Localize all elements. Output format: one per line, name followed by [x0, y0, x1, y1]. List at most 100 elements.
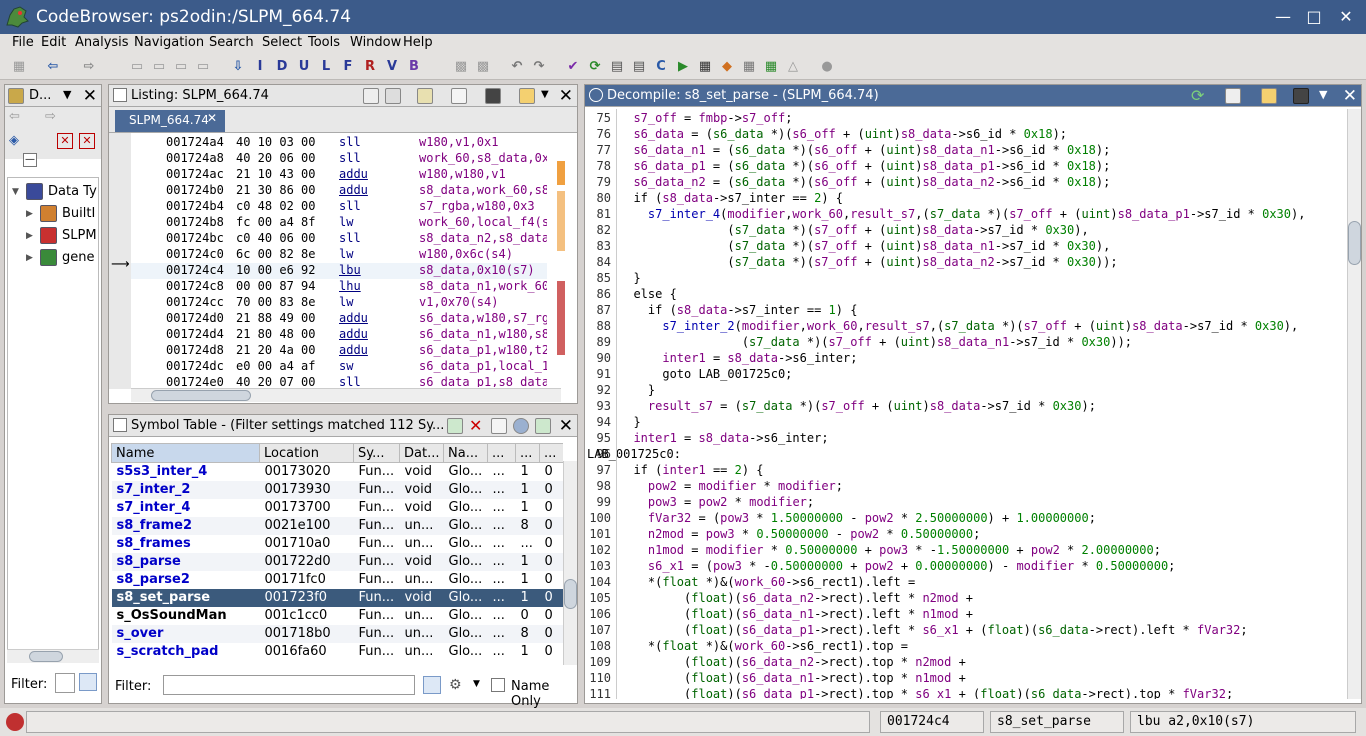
table-row[interactable]: s8_parse2 00171fc0 Fun... un... Glo...... 1 0 [112, 571, 564, 589]
table-row[interactable]: s8_frame2 0021e100 Fun... un... Glo...... 8 0 [111, 516, 563, 535]
copy-icon[interactable] [363, 88, 379, 104]
nav-instruction-icon[interactable]: I [251, 58, 269, 76]
listing-row[interactable]: 001724dc e0 00 a4 af sw s6_data_p1,local_1 [131, 359, 547, 375]
code-line[interactable]: 105 (float)(s6_data_n2->rect).left * n2m… [585, 591, 1345, 607]
paste-icon[interactable] [385, 88, 401, 104]
code-line[interactable]: 80 if (s8_data->s7_inter == 2) { [585, 191, 1345, 207]
code-line[interactable]: 92 } [585, 383, 1345, 399]
code-line[interactable]: 98 pow2 = modifier * modifier; [585, 479, 1345, 495]
configure-icon[interactable] [513, 418, 529, 434]
menu-select[interactable]: Select [262, 35, 302, 50]
filter-pointers-icon[interactable]: ✕ [79, 133, 95, 149]
menu-help[interactable]: Help [403, 35, 433, 50]
column-header[interactable]: Location [259, 443, 354, 463]
close-symbol-table-icon[interactable]: ✕ [559, 416, 573, 436]
snapshot-icon[interactable] [485, 88, 501, 104]
scroll-thumb[interactable] [151, 390, 251, 401]
menu-search[interactable]: Search [209, 35, 254, 50]
code-line[interactable]: 103 s6_x1 = (pow3 * -0.50000000 + pow2 +… [585, 559, 1345, 575]
filter-options-icon[interactable] [423, 676, 441, 694]
close-panel-icon[interactable]: ✕ [83, 86, 97, 106]
close-tab-icon[interactable]: ✕ [207, 111, 217, 125]
code-line[interactable]: 106 (float)(s6_data_n1->rect).left * n1m… [585, 607, 1345, 623]
listing-row[interactable]: 001724d8 21 20 4a 00 addu s6_data_p1,w180,t… [131, 343, 547, 359]
code-line[interactable]: 75 s7_off = fmbp->s7_off; [585, 111, 1345, 127]
code-line[interactable]: 94 } [585, 415, 1345, 431]
tool-icon-1[interactable]: ▩ [452, 58, 470, 76]
scroll-thumb[interactable] [29, 651, 63, 662]
redo-icon[interactable]: ↷ [530, 58, 548, 76]
table-row[interactable]: s_over 001718b0 Fun... un... Glo...... 8 0 [111, 624, 563, 643]
minimize-icon[interactable]: — [1272, 6, 1294, 28]
code-line[interactable]: 108 *(float *)&(work_60->s6_rect1).top = [585, 639, 1345, 655]
code-line[interactable]: 88 s7_inter_2(modifier,work_60,result_s7… [585, 319, 1345, 335]
table-row[interactable]: s8_set_parse 001723f0 Fun... void Glo...... 1… [111, 588, 563, 607]
table-row[interactable]: s7_inter_2 00173930 Fun... void Glo...... 1 0 [111, 480, 563, 499]
column-header[interactable]: Dat... [399, 443, 444, 463]
code-line[interactable]: 76 s6_data = (s6_data *)(s6_off + (uint)… [585, 127, 1345, 143]
tree-node-generic[interactable]: ▶ gene [26, 248, 102, 268]
menu-tools[interactable]: Tools [308, 35, 340, 50]
table-row[interactable]: s8_frames 001710a0 Fun... un... Glo.........… [112, 535, 564, 553]
column-header[interactable]: Sy... [353, 443, 400, 463]
close-icon[interactable]: ✕ [1335, 6, 1357, 28]
table-row[interactable]: s8_parse 001722d0 Fun... void Glo...... 1 0 [111, 552, 563, 571]
code-line[interactable]: 99 pow3 = pow2 * modifier; [585, 495, 1345, 511]
nav-icon-2[interactable]: ▭ [150, 58, 168, 76]
field-edit-icon[interactable] [451, 88, 467, 104]
code-line[interactable]: 91 goto LAB_001725c0; [585, 367, 1345, 383]
cursor-icon[interactable] [417, 88, 433, 104]
code-line[interactable]: 97 if (inter1 == 2) { [585, 463, 1345, 479]
delete-icon[interactable]: ✕ [469, 416, 482, 435]
menu-window[interactable]: Window [350, 35, 401, 50]
table-icon[interactable]: ▦ [740, 58, 758, 76]
menu-dropdown-icon[interactable]: ▼ [63, 88, 71, 101]
down-arrow-icon[interactable]: ⇩ [229, 58, 247, 76]
nav-bookmark-icon[interactable]: B [405, 58, 423, 76]
filter-settings-icon[interactable]: ⚙ [449, 677, 462, 693]
overview-bar[interactable] [555, 161, 569, 357]
code-line[interactable]: 96 LAB_001725c0: [585, 447, 1345, 463]
code-line[interactable]: 84 (s7_data *)(s7_off + (uint)s8_data_n2… [585, 255, 1345, 271]
tree-node-root[interactable]: ▼ Data Ty [12, 182, 102, 202]
listing-row[interactable]: 001724ac 21 10 43 00 addu w180,w180,v1 [131, 167, 547, 183]
code-line[interactable]: 85 } [585, 271, 1345, 287]
decompile-icon[interactable]: C [652, 58, 670, 76]
tree-icon[interactable]: △ [784, 58, 802, 76]
code-line[interactable]: 77 s6_data_n1 = (s6_data *)(s6_off + (ui… [585, 143, 1345, 159]
close-listing-icon[interactable]: ✕ [559, 86, 573, 106]
columns-icon[interactable] [491, 418, 507, 434]
listing-row[interactable]: 001724b4 c0 48 02 00 sll s7_rgba,w180,0x3 [131, 199, 547, 215]
scroll-thumb[interactable] [564, 579, 577, 609]
forward-icon[interactable]: ⇨ [45, 109, 56, 124]
menu-file[interactable]: File [12, 35, 34, 50]
column-header[interactable]: ... [487, 443, 516, 463]
nav-icon-1[interactable]: ▭ [128, 58, 146, 76]
name-only-checkbox[interactable] [491, 678, 505, 692]
filter-options-icon[interactable] [79, 673, 97, 691]
nav-label-icon[interactable]: L [317, 58, 335, 76]
symbol-filter-input[interactable] [163, 675, 415, 695]
terminal-icon[interactable]: ▦ [696, 58, 714, 76]
refresh-icon[interactable]: ⟳ [1191, 86, 1204, 105]
tab-slpm[interactable]: SLPM_664.74 ✕ [115, 110, 225, 132]
code-line[interactable]: 90 inter1 = s8_data->s6_inter; [585, 351, 1345, 367]
memory-icon[interactable]: ▤ [608, 58, 626, 76]
listing-row[interactable]: 001724c8 00 00 87 94 lhu s8_data_n1,work_60 [131, 279, 547, 295]
create-icon[interactable] [447, 418, 463, 434]
listing-row[interactable]: 001724c0 6c 00 82 8e lw w180,0x6c(s4) [131, 247, 547, 263]
code-line[interactable]: 82 (s7_data *)(s7_off + (uint)s8_data->s… [585, 223, 1345, 239]
snapshot-icon[interactable] [1293, 88, 1309, 104]
tool-icon-2[interactable]: ▩ [474, 58, 492, 76]
display-options-icon[interactable] [519, 88, 535, 104]
nav-data-icon[interactable]: D [273, 58, 291, 76]
nav-reference-icon[interactable]: R [361, 58, 379, 76]
listing-row[interactable]: 001724b8 fc 00 a4 8f lw work_60,local_f4(s [131, 215, 547, 231]
back-icon[interactable]: ⇦ [44, 58, 62, 76]
export-icon[interactable]: ▦ [762, 58, 780, 76]
listing-icon[interactable]: ▤ [630, 58, 648, 76]
listing-row[interactable]: 001724c4 10 00 e6 92 lbu s8_data,0x10(s7) [131, 263, 547, 279]
listing-row[interactable]: 001724cc 70 00 83 8e lw v1,0x70(s4) [131, 295, 547, 311]
code-line[interactable]: 79 s6_data_n2 = (s6_data *)(s6_off + (ui… [585, 175, 1345, 191]
code-line[interactable]: 78 s6_data_p1 = (s6_data *)(s6_off + (ui… [585, 159, 1345, 175]
